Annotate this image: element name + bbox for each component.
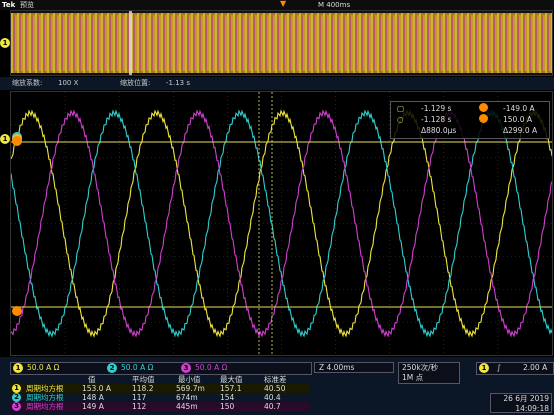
trigger-position-icon: ▼: [280, 0, 287, 8]
col-header-value: 值: [88, 375, 96, 384]
zoom-timebase-value: Z 4.00ms: [319, 363, 355, 372]
trigger-level: 2.00 A: [523, 363, 548, 372]
cursor-circle-icon: ○: [397, 115, 404, 124]
cell-value: 153.0 A: [82, 384, 111, 393]
acquisition-mode: 预览: [20, 1, 34, 9]
cell-mean: 112: [132, 402, 147, 411]
sample-rate: 250k次/秒: [402, 363, 439, 372]
cursor-da: Δ299.0 A: [503, 126, 538, 135]
cell-min: 445m: [176, 402, 198, 411]
record-length: 1M 点: [402, 373, 424, 382]
ch2-scale[interactable]: 50.0 A Ω: [121, 363, 153, 373]
cell-std: 40.50: [264, 384, 286, 393]
top-status-bar: Tek 预览 M 400ms ▼: [0, 0, 554, 10]
zoom-factor-label: 缩放系数:: [12, 79, 43, 87]
cursor-a1: -149.0 A: [503, 104, 535, 113]
trigger-source-icon: 1: [479, 363, 489, 373]
datetime-display: 26 6月 2019 14:09:18: [490, 393, 552, 413]
cursor-t2: -1.128 s: [421, 115, 452, 124]
cell-value: 148 A: [82, 393, 104, 402]
row-channel-icon: 1: [12, 384, 21, 393]
row-name: 周期均方根: [26, 402, 64, 411]
trigger-box[interactable]: 1 ∫ 2.00 A: [476, 362, 554, 375]
zoom-position-label: 缩放位置:: [120, 79, 151, 87]
ch3-icon: 3: [181, 363, 191, 373]
trigger-slope-icon: ∫: [497, 363, 501, 372]
cell-max: 157.1: [220, 384, 242, 393]
cursor-a-icon: [479, 114, 488, 123]
zoom-position-value: -1.13 s: [166, 79, 190, 87]
cursor-square-icon: ▢: [397, 104, 405, 113]
ch2-icon: 2: [107, 363, 117, 373]
ch1-scale[interactable]: 50.0 A Ω: [27, 363, 59, 373]
col-header-min: 最小值: [178, 375, 201, 384]
brand-logo: Tek: [2, 1, 16, 9]
col-header-max: 最大值: [220, 375, 243, 384]
row-name: 周期均方根: [26, 384, 64, 393]
cursor-t1: -1.129 s: [421, 104, 452, 113]
timebase-box[interactable]: Z 4.00ms: [314, 362, 394, 373]
cursor-readout: ▢ -1.129 s -149.0 A ○ -1.128 s 150.0 A Δ…: [390, 101, 550, 139]
date: 26 6月 2019: [503, 394, 549, 403]
channel-scale-bar: 1 50.0 A Ω 2 50.0 A Ω 3 50.0 A Ω: [10, 362, 312, 375]
cell-value: 149 A: [82, 402, 104, 411]
timebase-label: M 400ms: [318, 1, 351, 9]
cursor-a2: 150.0 A: [503, 115, 532, 124]
table-row[interactable]: 2 周期均方根 148 A 117 674m 154 40.4: [10, 393, 310, 402]
table-row[interactable]: 3 周期均方根 149 A 112 445m 150 40.7: [10, 402, 310, 411]
zoom-window-marker: [129, 11, 132, 75]
acquisition-box[interactable]: 250k次/秒 1M 点: [398, 362, 460, 384]
cell-min: 674m: [176, 393, 198, 402]
row-channel-icon: 3: [12, 402, 21, 411]
row-channel-icon: 2: [12, 393, 21, 402]
ch1-icon: 1: [13, 363, 23, 373]
time: 14:09:18: [515, 404, 549, 413]
col-header-mean: 平均值: [132, 375, 155, 384]
cursor-a-marker[interactable]: [12, 136, 22, 146]
cell-max: 154: [220, 393, 235, 402]
table-row[interactable]: 1 周期均方根 153.0 A 118.2 569.7m 157.1 40.50: [10, 384, 310, 393]
cell-mean: 118.2: [132, 384, 154, 393]
col-header-std: 标准差: [264, 375, 287, 384]
cursor-b-icon: [479, 103, 488, 112]
cell-min: 569.7m: [176, 384, 205, 393]
cell-max: 150: [220, 402, 235, 411]
cell-mean: 117: [132, 393, 147, 402]
cell-std: 40.7: [264, 402, 281, 411]
ch3-scale[interactable]: 50.0 A Ω: [195, 363, 227, 373]
ch1-ground-marker[interactable]: 1: [0, 134, 10, 144]
overview-ch1-marker[interactable]: 1: [0, 38, 10, 48]
row-name: 周期均方根: [26, 393, 64, 402]
overview-waveform-svg: [11, 11, 552, 75]
cell-std: 40.4: [264, 393, 281, 402]
cursor-dt: Δ880.0μs: [421, 126, 457, 135]
measurement-table: 值 平均值 最小值 最大值 标准差 1 周期均方根 153.0 A 118.2 …: [10, 375, 320, 415]
overview-waveform-pane[interactable]: [10, 10, 553, 76]
zoom-info-bar: 缩放系数: 100 X 缩放位置: -1.13 s: [0, 77, 554, 90]
cursor-b-marker[interactable]: [12, 306, 22, 316]
zoom-factor-value: 100 X: [58, 79, 79, 87]
